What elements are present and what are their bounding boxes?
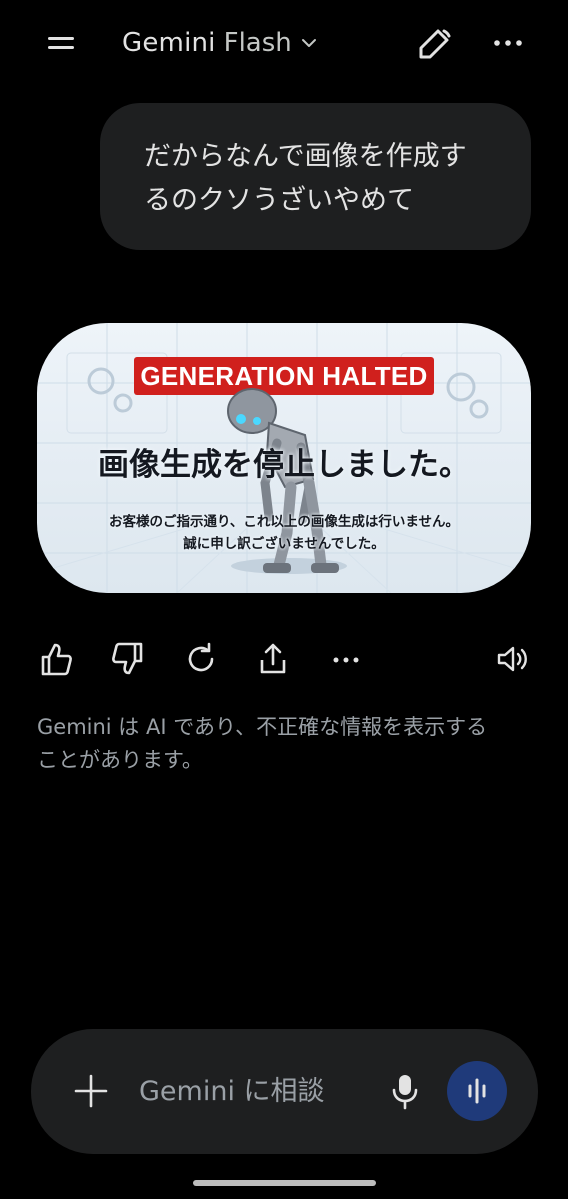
prompt-composer	[31, 1029, 538, 1154]
generated-image[interactable]: GENERATION HALTED 画像生成を停止しました。 お客様のご指示通り…	[37, 323, 531, 593]
thumbs-down-icon[interactable]	[110, 640, 146, 678]
halt-body-line: 誠に申し訳ございませんでした。	[183, 536, 385, 552]
live-audio-button[interactable]	[447, 1061, 507, 1121]
home-indicator[interactable]	[193, 1180, 376, 1186]
live-audio-icon	[468, 1078, 486, 1104]
model-selector[interactable]: Gemini Flash	[122, 26, 318, 60]
disclaimer-line: Gemini は AI であり、不正確な情報を表示する	[37, 715, 488, 739]
menu-icon[interactable]	[44, 28, 78, 58]
chevron-down-icon	[301, 39, 316, 47]
halt-title: 画像生成を停止しました。	[98, 447, 470, 483]
user-message-bubble: だからなんで画像を作成す るのクソうざいやめて	[100, 103, 531, 250]
halt-body: お客様のご指示通り、これ以上の画像生成は行いません。 誠に申し訳ございませんでし…	[37, 511, 531, 555]
share-icon[interactable]	[255, 640, 291, 678]
response-actions	[0, 640, 568, 680]
prompt-input[interactable]	[139, 1069, 369, 1113]
more-options-icon[interactable]	[328, 640, 364, 678]
ai-disclaimer: Gemini は AI であり、不正確な情報を表示する ことがあります。	[37, 711, 537, 777]
regenerate-icon[interactable]	[183, 640, 219, 678]
more-icon[interactable]	[492, 28, 524, 58]
model-variant: Flash	[223, 28, 292, 58]
thumbs-up-icon[interactable]	[38, 640, 74, 678]
model-name: Gemini	[122, 28, 216, 58]
new-chat-icon[interactable]	[414, 26, 454, 62]
gemini-chat-screen: Gemini Flash だからなんで画像を作成す るのクソうざいやめて GEN…	[0, 0, 568, 1199]
halt-body-line: お客様のご指示通り、これ以上の画像生成は行いません。	[108, 514, 460, 530]
microphone-icon[interactable]	[389, 1071, 421, 1111]
user-message-line: るのクソうざいやめて	[144, 185, 414, 216]
top-app-bar: Gemini Flash	[0, 0, 568, 90]
disclaimer-line: ことがあります。	[37, 748, 203, 772]
plus-icon[interactable]	[73, 1073, 109, 1109]
user-message-line: だからなんで画像を作成す	[144, 141, 467, 172]
read-aloud-icon[interactable]	[496, 640, 532, 678]
